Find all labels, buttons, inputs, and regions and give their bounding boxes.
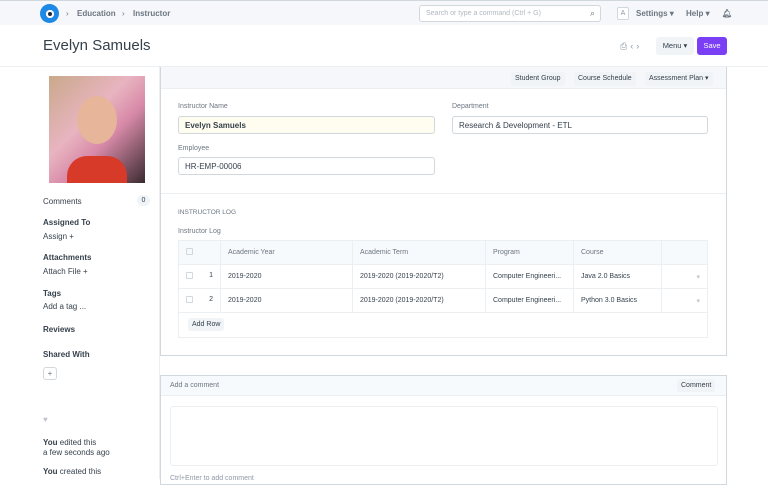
activity-item: You edited this a few seconds ago (43, 438, 110, 457)
top-navbar: › Education › Instructor Search or type … (0, 0, 768, 25)
course-schedule-button[interactable]: Course Schedule (574, 72, 636, 86)
avatar[interactable]: A (617, 7, 629, 20)
divider (161, 193, 726, 194)
heart-icon[interactable]: ♥ (43, 415, 48, 424)
reviews-label: Reviews (43, 325, 76, 334)
add-row-area: Add Row (178, 312, 708, 338)
cell-course[interactable]: Python 3.0 Basics (573, 288, 662, 313)
instructor-name-label: Instructor Name (178, 103, 228, 110)
cell-term[interactable]: 2019-2020 (2019-2020/T2) (352, 288, 486, 313)
shared-with-label: Shared With (43, 350, 90, 359)
table-header: Academic Year Academic Term Program Cour… (178, 240, 708, 265)
breadcrumb-education[interactable]: Education (77, 9, 116, 18)
chevron-right-icon: › (66, 9, 69, 18)
add-tag-link[interactable]: Add a tag ... (43, 302, 86, 311)
add-comment-label: Add a comment (170, 382, 220, 389)
table-row[interactable]: 2 2019-2020 2019-2020 (2019-2020/T2) Com… (178, 288, 708, 313)
page-title: Evelyn Samuels (43, 37, 151, 54)
bell-icon[interactable]: 🔔︎ (722, 9, 732, 18)
instructor-log-label: Instructor Log (178, 228, 221, 235)
help-label: Help (686, 9, 704, 18)
instructor-name-input[interactable]: Evelyn Samuels (178, 116, 435, 134)
search-placeholder: Search or type a command (Ctrl + G) (426, 10, 541, 17)
row-checkbox[interactable] (186, 272, 193, 279)
assign-link[interactable]: Assign + (43, 232, 74, 241)
row-expand-icon[interactable]: ▾ (661, 264, 708, 289)
comment-panel: Add a comment Comment Ctrl+Enter to add … (160, 375, 727, 485)
comments-label: Comments (43, 197, 82, 206)
row-expand-icon[interactable]: ▾ (661, 288, 708, 313)
cell-course[interactable]: Java 2.0 Basics (573, 264, 662, 289)
cell-year[interactable]: 2019-2020 (220, 264, 353, 289)
row-checkbox[interactable] (186, 296, 193, 303)
settings-label: Settings (636, 9, 668, 18)
menu-label: Menu (662, 41, 682, 50)
attachments-label: Attachments (43, 253, 92, 262)
app-logo[interactable] (40, 4, 59, 23)
save-button[interactable]: Save (697, 37, 727, 55)
assigned-to-label: Assigned To (43, 218, 91, 227)
cell-program[interactable]: Computer Engineeri... (485, 264, 574, 289)
next-icon[interactable]: › (636, 41, 642, 51)
col-academic-year: Academic Year (220, 240, 353, 265)
table-row[interactable]: 1 2019-2020 2019-2020 (2019-2020/T2) Com… (178, 264, 708, 289)
breadcrumb-instructor[interactable]: Instructor (133, 9, 170, 18)
help-dropdown[interactable]: Help ▾ (686, 9, 710, 18)
tags-label: Tags (43, 289, 62, 298)
row-number: 2 (209, 296, 213, 303)
col-course: Course (573, 240, 662, 265)
search-icon: ⌕ (589, 8, 595, 18)
row-number: 1 (209, 272, 213, 279)
employee-input[interactable]: HR-EMP-00006 (178, 157, 435, 175)
department-input[interactable]: Research & Development - ETL (452, 116, 708, 134)
section-heading: INSTRUCTOR LOG (178, 209, 237, 216)
search-input[interactable]: Search or type a command (Ctrl + G) ⌕ (419, 5, 601, 22)
print-icon[interactable]: ⎙ (620, 41, 630, 51)
menu-button[interactable]: Menu ▾ (656, 37, 694, 55)
cell-year[interactable]: 2019-2020 (220, 288, 353, 313)
department-label: Department (452, 103, 489, 110)
employee-label: Employee (178, 145, 210, 152)
assessment-plan-dropdown[interactable]: Assessment Plan ▾ (645, 72, 713, 86)
comment-button[interactable]: Comment (677, 379, 716, 392)
activity-item: You created this (43, 467, 102, 476)
student-group-button[interactable]: Student Group (511, 72, 565, 86)
chevron-right-icon: › (122, 9, 125, 18)
cell-term[interactable]: 2019-2020 (2019-2020/T2) (352, 264, 486, 289)
comment-input[interactable] (170, 406, 718, 466)
comments-count: 0 (137, 195, 150, 206)
attach-file-link[interactable]: Attach File + (43, 267, 88, 276)
add-row-button[interactable]: Add Row (188, 318, 225, 331)
share-add-button[interactable]: + (43, 367, 57, 380)
settings-dropdown[interactable]: Settings ▾ (636, 9, 674, 18)
instructor-log-table: Academic Year Academic Term Program Cour… (178, 240, 708, 313)
cell-program[interactable]: Computer Engineeri... (485, 288, 574, 313)
profile-image[interactable] (49, 76, 145, 183)
col-program: Program (485, 240, 574, 265)
select-all-checkbox[interactable] (186, 248, 193, 255)
col-academic-term: Academic Term (352, 240, 486, 265)
